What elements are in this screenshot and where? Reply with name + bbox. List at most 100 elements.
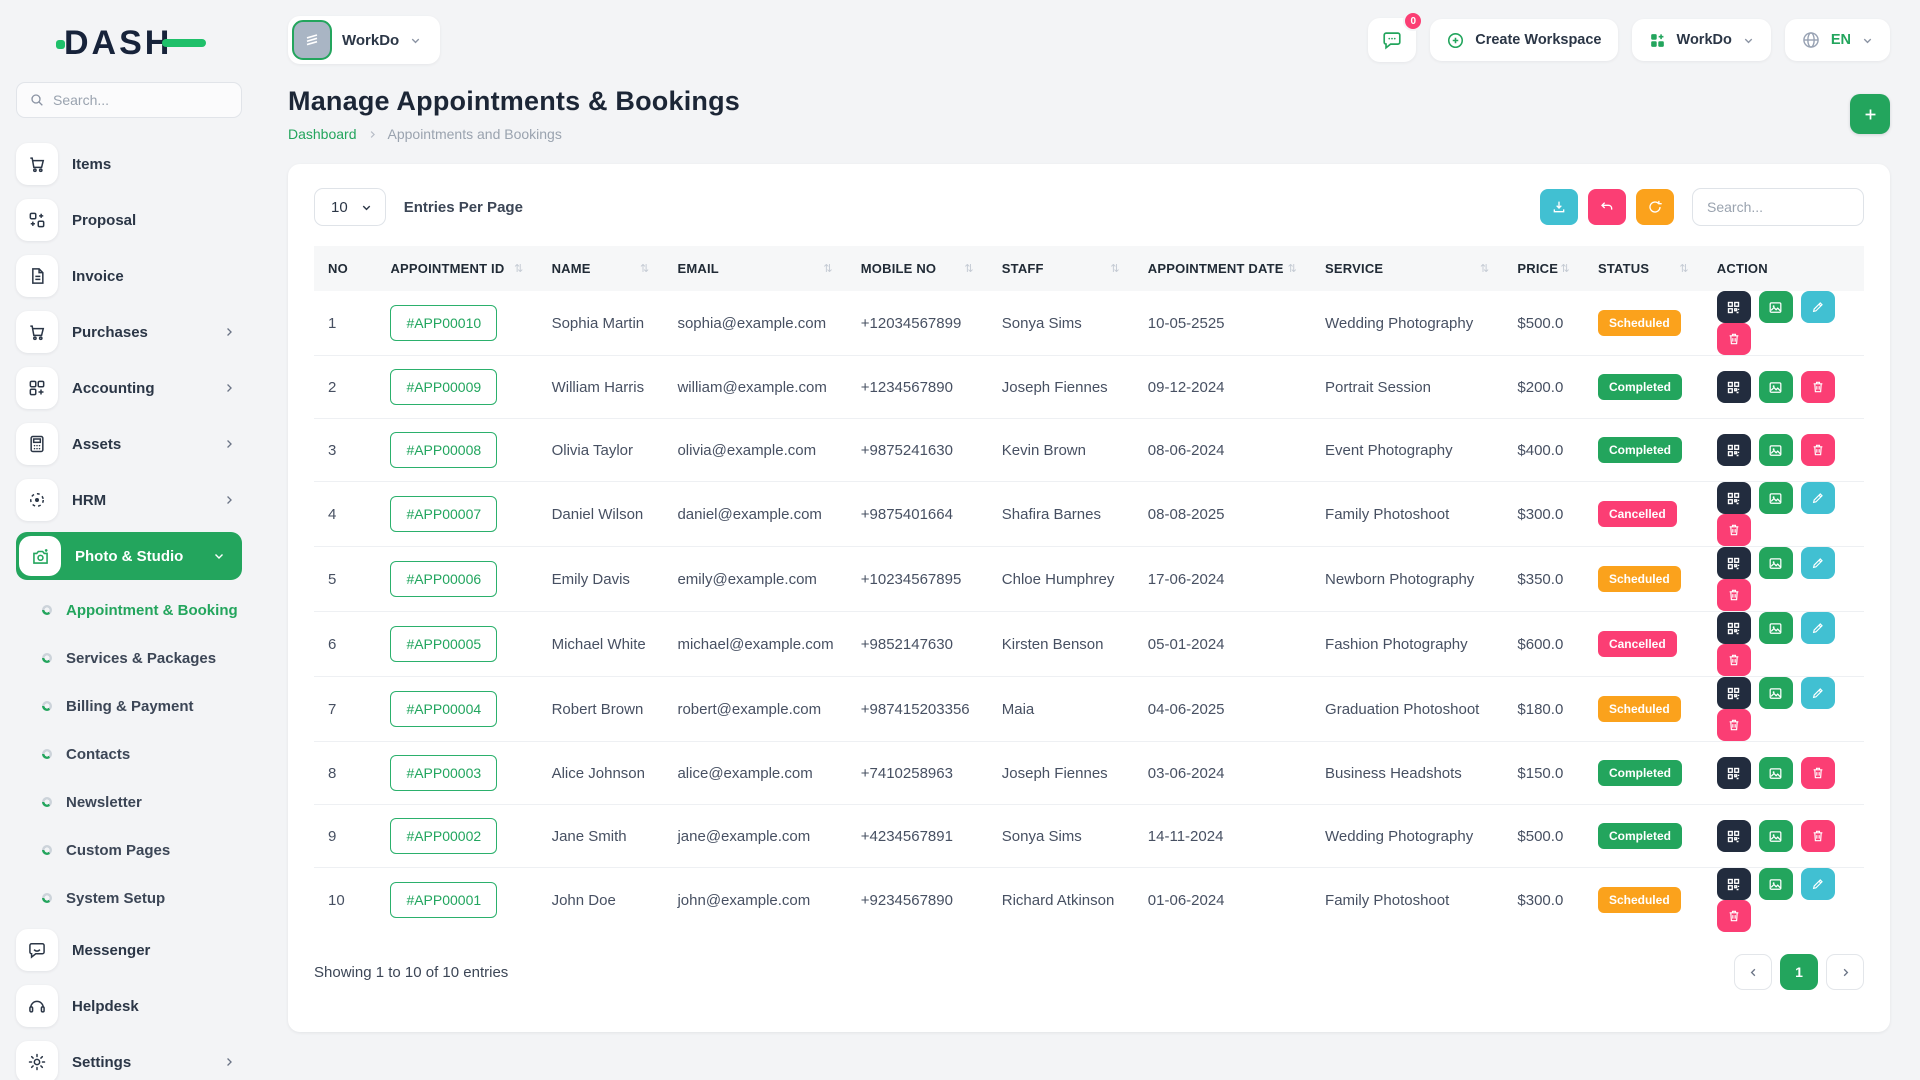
sidebar-item-settings[interactable]: Settings	[16, 1034, 242, 1080]
details-button[interactable]	[1717, 820, 1751, 852]
gallery-button[interactable]	[1759, 291, 1793, 323]
details-button[interactable]	[1717, 434, 1751, 466]
appointment-id-pill[interactable]: #APP00001	[390, 882, 497, 918]
sidebar-subitem-custom-pages[interactable]: Custom Pages	[16, 826, 242, 874]
column-header-appointment-date[interactable]: APPOINTMENT DATE⇅	[1134, 246, 1311, 291]
entries-per-page-select[interactable]: 10	[314, 188, 386, 226]
sort-icon[interactable]: ⇅	[823, 262, 832, 275]
column-header-price[interactable]: PRICE⇅	[1503, 246, 1584, 291]
sort-icon[interactable]: ⇅	[1288, 262, 1297, 275]
sidebar-item-helpdesk[interactable]: Helpdesk	[16, 978, 242, 1034]
appointment-id-pill[interactable]: #APP00010	[390, 305, 497, 341]
appointment-id-pill[interactable]: #APP00007	[390, 496, 497, 532]
sidebar-subitem-billing-payment[interactable]: Billing & Payment	[16, 682, 242, 730]
export-button[interactable]	[1540, 189, 1578, 225]
column-header-appointment-id[interactable]: APPOINTMENT ID⇅	[376, 246, 537, 291]
delete-button[interactable]	[1717, 900, 1751, 932]
pagination-next-button[interactable]	[1826, 954, 1864, 990]
details-button[interactable]	[1717, 757, 1751, 789]
workspace-selector[interactable]: WorkDo	[288, 16, 440, 64]
edit-button[interactable]	[1801, 482, 1835, 514]
column-header-staff[interactable]: STAFF⇅	[988, 246, 1134, 291]
gallery-button[interactable]	[1759, 868, 1793, 900]
details-button[interactable]	[1717, 371, 1751, 403]
sort-icon[interactable]: ⇅	[964, 262, 973, 275]
language-selector[interactable]: EN	[1785, 19, 1890, 61]
delete-button[interactable]	[1801, 757, 1835, 789]
sort-icon[interactable]: ⇅	[1110, 262, 1119, 275]
gallery-button[interactable]	[1759, 482, 1793, 514]
gallery-button[interactable]	[1759, 371, 1793, 403]
sidebar-item-items[interactable]: Items	[16, 136, 242, 192]
table-search-input[interactable]	[1692, 188, 1864, 226]
sort-icon[interactable]: ⇅	[1561, 262, 1570, 275]
edit-button[interactable]	[1801, 547, 1835, 579]
sidebar-item-purchases[interactable]: Purchases	[16, 304, 242, 360]
sidebar-item-assets[interactable]: Assets	[16, 416, 242, 472]
delete-button[interactable]	[1717, 514, 1751, 546]
workdo-menu-button[interactable]: WorkDo	[1632, 19, 1771, 61]
create-workspace-button[interactable]: Create Workspace	[1430, 19, 1617, 61]
edit-button[interactable]	[1801, 868, 1835, 900]
sidebar-item-messenger[interactable]: Messenger	[16, 922, 242, 978]
details-button[interactable]	[1717, 677, 1751, 709]
sidebar-search[interactable]	[16, 82, 242, 118]
delete-button[interactable]	[1717, 323, 1751, 355]
column-header-email[interactable]: EMAIL⇅	[663, 246, 846, 291]
sidebar-subitem-contacts[interactable]: Contacts	[16, 730, 242, 778]
sidebar-subitem-newsletter[interactable]: Newsletter	[16, 778, 242, 826]
gallery-button[interactable]	[1759, 677, 1793, 709]
details-button[interactable]	[1717, 291, 1751, 323]
appointment-id-pill[interactable]: #APP00008	[390, 432, 497, 468]
edit-button[interactable]	[1801, 291, 1835, 323]
sidebar-subitem-system-setup[interactable]: System Setup	[16, 874, 242, 922]
sidebar-subitem-services-packages[interactable]: Services & Packages	[16, 634, 242, 682]
appointment-id-pill[interactable]: #APP00009	[390, 369, 497, 405]
sidebar-item-proposal[interactable]: Proposal	[16, 192, 242, 248]
sort-icon[interactable]: ⇅	[514, 262, 523, 275]
column-header-service[interactable]: SERVICE⇅	[1311, 246, 1503, 291]
breadcrumb-dashboard-link[interactable]: Dashboard	[288, 126, 357, 142]
sort-icon[interactable]: ⇅	[640, 262, 649, 275]
sort-icon[interactable]: ⇅	[1480, 262, 1489, 275]
gallery-button[interactable]	[1759, 612, 1793, 644]
add-appointment-button[interactable]	[1850, 94, 1890, 134]
column-header-name[interactable]: NAME⇅	[538, 246, 664, 291]
sidebar-search-input[interactable]	[53, 92, 229, 108]
pagination-prev-button[interactable]	[1734, 954, 1772, 990]
sidebar-item-hrm[interactable]: HRM	[16, 472, 242, 528]
messages-button[interactable]: 0	[1368, 18, 1416, 62]
gallery-button[interactable]	[1759, 820, 1793, 852]
delete-button[interactable]	[1801, 820, 1835, 852]
appointment-id-pill[interactable]: #APP00002	[390, 818, 497, 854]
column-header-status[interactable]: STATUS⇅	[1584, 246, 1703, 291]
appointment-id-pill[interactable]: #APP00004	[390, 691, 497, 727]
delete-button[interactable]	[1717, 644, 1751, 676]
appointment-id-pill[interactable]: #APP00003	[390, 755, 497, 791]
sort-icon[interactable]: ⇅	[1679, 262, 1688, 275]
brand-logo[interactable]: DASH	[16, 14, 242, 72]
details-button[interactable]	[1717, 868, 1751, 900]
details-button[interactable]	[1717, 612, 1751, 644]
pagination-page-1-button[interactable]: 1	[1780, 954, 1818, 990]
edit-button[interactable]	[1801, 612, 1835, 644]
delete-button[interactable]	[1717, 579, 1751, 611]
delete-button[interactable]	[1801, 434, 1835, 466]
delete-button[interactable]	[1801, 371, 1835, 403]
gallery-button[interactable]	[1759, 434, 1793, 466]
appointment-id-pill[interactable]: #APP00005	[390, 626, 497, 662]
gallery-button[interactable]	[1759, 757, 1793, 789]
details-button[interactable]	[1717, 482, 1751, 514]
refresh-button[interactable]	[1636, 189, 1674, 225]
column-header-mobile-no[interactable]: MOBILE NO⇅	[847, 246, 988, 291]
appointment-id-pill[interactable]: #APP00006	[390, 561, 497, 597]
gallery-button[interactable]	[1759, 547, 1793, 579]
details-button[interactable]	[1717, 547, 1751, 579]
sidebar-subitem-appointment-booking[interactable]: Appointment & Booking	[16, 586, 242, 634]
sidebar-group-photo-studio[interactable]: Photo & Studio	[16, 532, 242, 580]
sidebar-item-invoice[interactable]: Invoice	[16, 248, 242, 304]
delete-button[interactable]	[1717, 709, 1751, 741]
sidebar-item-accounting[interactable]: Accounting	[16, 360, 242, 416]
reset-button[interactable]	[1588, 189, 1626, 225]
edit-button[interactable]	[1801, 677, 1835, 709]
